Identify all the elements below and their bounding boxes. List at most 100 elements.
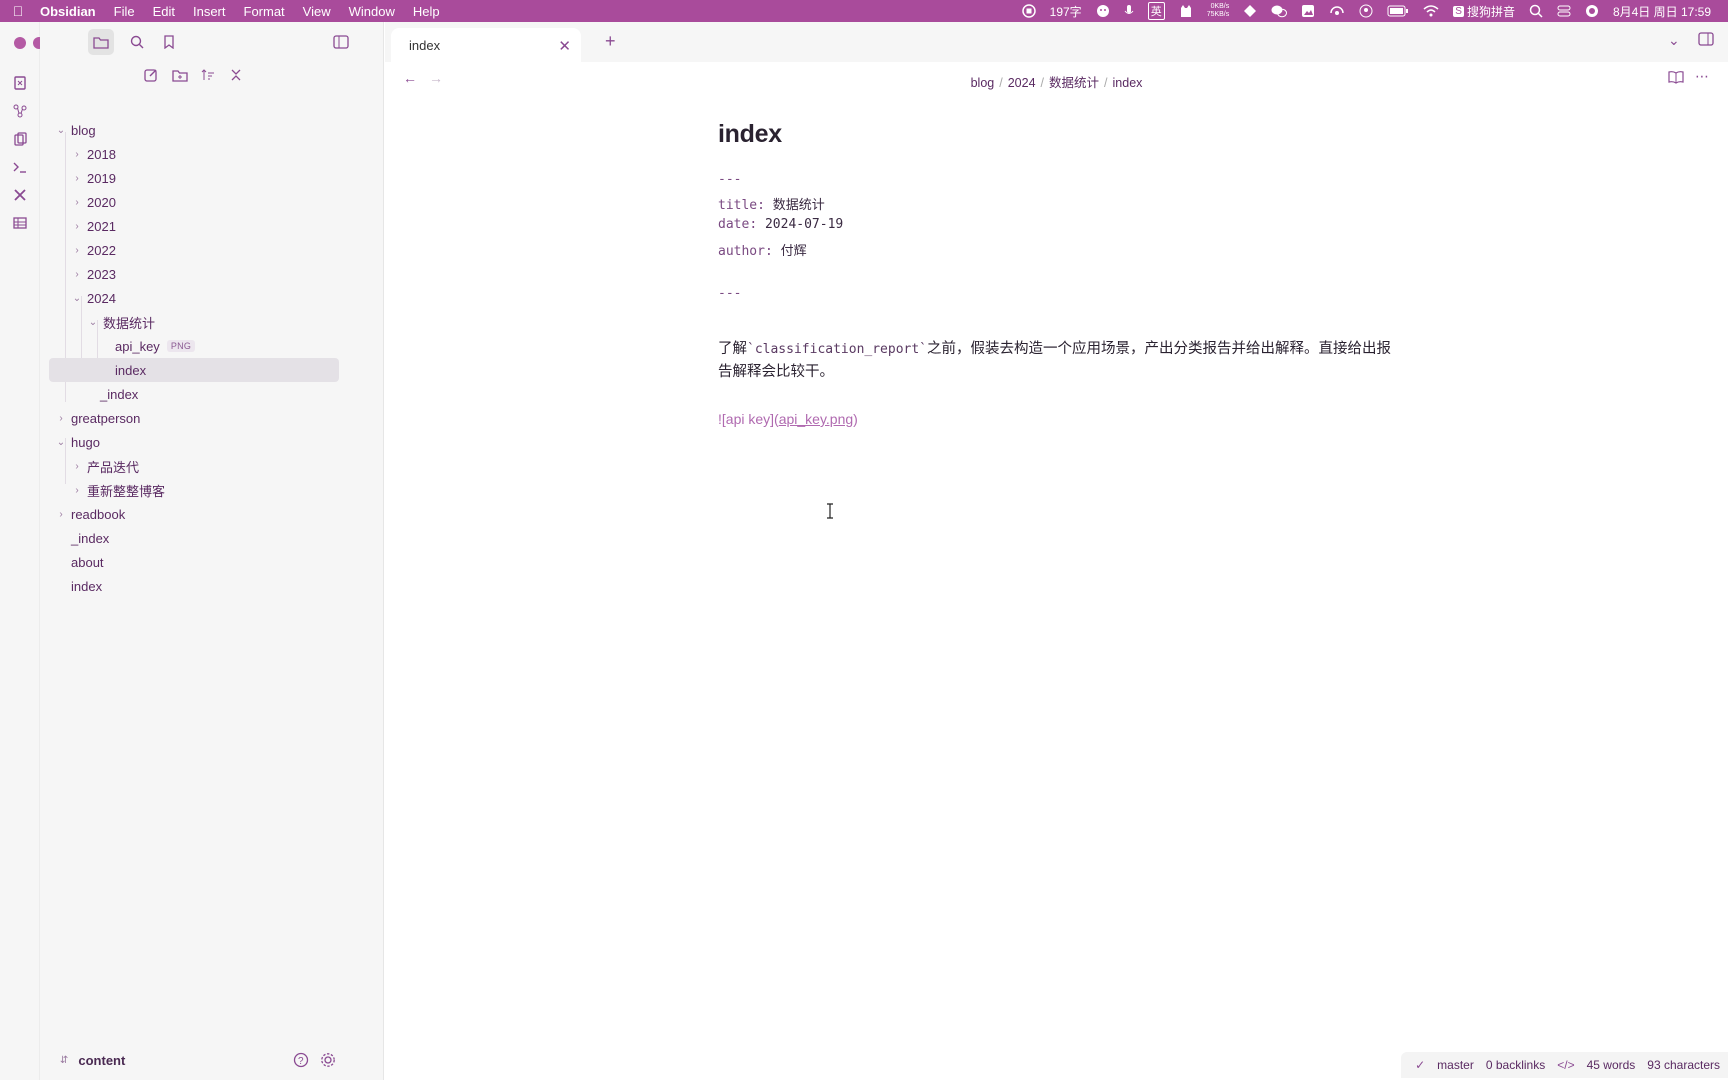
tab-list-chevron-icon[interactable]: ⌄ bbox=[1668, 32, 1680, 49]
input-language[interactable]: 英 bbox=[1141, 2, 1172, 20]
tree-folder-greatperson[interactable]: › greatperson bbox=[54, 406, 140, 430]
app-menu[interactable]: Obsidian bbox=[36, 4, 105, 19]
close-window-button[interactable] bbox=[14, 37, 26, 49]
right-sidebar-toggle-icon[interactable] bbox=[1698, 32, 1714, 49]
tree-folder-readbook[interactable]: › readbook bbox=[54, 502, 125, 526]
tree-folder-2021[interactable]: › 2021 bbox=[70, 214, 116, 238]
chevron-right-icon: › bbox=[59, 412, 63, 424]
status-area: 197字 英 0KB/s 75KB/s S 搜狗拼音 8月4日 周日 17:59 bbox=[1015, 0, 1728, 22]
collapse-all-icon[interactable] bbox=[223, 62, 249, 88]
wechat-icon[interactable] bbox=[1264, 4, 1294, 18]
menu-window[interactable]: Window bbox=[340, 4, 404, 19]
tree-folder-2024[interactable]: ⌄ 2024 bbox=[70, 286, 116, 310]
breadcrumb-data-stats[interactable]: 数据统计 bbox=[1049, 76, 1099, 90]
breadcrumb-2024[interactable]: 2024 bbox=[1008, 76, 1036, 90]
airplay-icon[interactable] bbox=[1322, 4, 1352, 18]
wifi-icon[interactable] bbox=[1416, 5, 1446, 17]
macos-menu-bar:  Obsidian File Edit Insert Format View … bbox=[0, 0, 1728, 22]
tree-folder-2020[interactable]: › 2020 bbox=[70, 190, 116, 214]
microphone-icon[interactable] bbox=[1117, 4, 1141, 18]
sort-order-icon[interactable] bbox=[195, 62, 221, 88]
tree-folder-hugo[interactable]: ⌄ hugo bbox=[54, 430, 100, 454]
file-explorer-sidebar: ⌄ blog › 2018 › 2019 › 2020 › 2021 › 2022 › 202… bbox=[40, 22, 384, 1080]
checkmark-icon: ✓ bbox=[1415, 1058, 1426, 1072]
chevron-updown-icon[interactable]: ⇵ bbox=[60, 1055, 68, 1066]
sidebar-tabs bbox=[40, 22, 384, 82]
new-note-icon[interactable] bbox=[138, 62, 164, 88]
new-folder-icon[interactable] bbox=[167, 62, 193, 88]
battery-icon[interactable] bbox=[1380, 5, 1416, 17]
chevron-down-icon: ⌄ bbox=[56, 124, 66, 136]
graph-view-icon[interactable] bbox=[11, 102, 29, 120]
tree-folder-data-stats[interactable]: ⌄ 数据统计 bbox=[86, 310, 155, 334]
files-tab-folder-icon[interactable] bbox=[88, 29, 114, 55]
menu-insert[interactable]: Insert bbox=[184, 4, 235, 19]
menu-view[interactable]: View bbox=[294, 4, 340, 19]
canvas-icon[interactable] bbox=[11, 130, 29, 148]
code-brackets-icon[interactable]: </> bbox=[1557, 1058, 1574, 1072]
tree-file-index-active[interactable]: index bbox=[49, 358, 339, 382]
tab-index[interactable]: index ✕ bbox=[391, 28, 581, 62]
diamond-icon[interactable] bbox=[1236, 4, 1264, 18]
ribbon bbox=[0, 22, 40, 1080]
tree-file-api-key[interactable]: api_key PNG bbox=[115, 334, 196, 358]
image-embed-link[interactable]: ![api key](api_key.png) bbox=[718, 411, 858, 427]
close-tab-icon[interactable]: ✕ bbox=[558, 37, 571, 55]
smiley-icon[interactable] bbox=[1089, 4, 1117, 18]
backlinks-count[interactable]: 0 backlinks bbox=[1486, 1058, 1545, 1072]
record-icon[interactable] bbox=[1015, 4, 1043, 18]
tree-file-root-index[interactable]: index bbox=[54, 574, 102, 598]
inline-title[interactable]: index bbox=[718, 120, 1418, 149]
embed-filename-link[interactable]: api_key.png bbox=[779, 411, 853, 427]
help-icon[interactable]: ? bbox=[288, 1047, 314, 1073]
terminal-icon[interactable] bbox=[11, 158, 29, 176]
tree-folder-2018[interactable]: › 2018 bbox=[70, 142, 116, 166]
svg-text:?: ? bbox=[298, 1056, 304, 1067]
user-switch-icon[interactable] bbox=[1352, 4, 1380, 18]
vault-name[interactable]: content bbox=[78, 1053, 125, 1068]
chevron-down-icon: ⌄ bbox=[72, 292, 82, 304]
tree-file-root-underscore-index[interactable]: _index bbox=[54, 526, 109, 550]
siri-icon[interactable] bbox=[1578, 4, 1606, 18]
tree-folder-2023[interactable]: › 2023 bbox=[70, 262, 116, 286]
settings-gear-icon[interactable] bbox=[315, 1047, 341, 1073]
menu-help[interactable]: Help bbox=[404, 4, 449, 19]
vault-switcher: ⇵ content ? bbox=[40, 1040, 384, 1080]
tree-folder-2019[interactable]: › 2019 bbox=[70, 166, 116, 190]
menu-format[interactable]: Format bbox=[235, 4, 294, 19]
table-icon[interactable] bbox=[11, 214, 29, 232]
file-type-badge: PNG bbox=[166, 340, 196, 352]
tree-folder-blog-reorg[interactable]: › 重新整整博客 bbox=[70, 478, 165, 502]
apple-menu-icon[interactable]:  bbox=[0, 3, 36, 19]
search-icon[interactable] bbox=[124, 29, 150, 55]
reading-view-book-icon[interactable] bbox=[1668, 70, 1684, 87]
bookmark-icon[interactable] bbox=[156, 29, 182, 55]
cat-icon[interactable] bbox=[1172, 4, 1200, 18]
frontmatter-title: title: 数据统计 bbox=[718, 198, 825, 213]
menu-clock[interactable]: 8月4日 周日 17:59 bbox=[1606, 3, 1718, 20]
git-branch[interactable]: master bbox=[1437, 1058, 1474, 1072]
tree-folder-blog[interactable]: ⌄ blog bbox=[54, 118, 96, 142]
switcher-icon[interactable] bbox=[11, 74, 29, 92]
tree-folder-product-iteration[interactable]: › 产品迭代 bbox=[70, 454, 139, 478]
menu-edit[interactable]: Edit bbox=[144, 4, 184, 19]
tools-icon[interactable] bbox=[11, 186, 29, 204]
tree-file-underscore-index[interactable]: _index bbox=[86, 382, 138, 406]
image-icon[interactable] bbox=[1294, 4, 1322, 18]
collapse-sidebar-icon[interactable] bbox=[328, 29, 354, 55]
new-tab-icon[interactable]: + bbox=[605, 31, 616, 52]
spotlight-search-icon[interactable] bbox=[1522, 4, 1550, 18]
control-center-icon[interactable] bbox=[1550, 4, 1578, 18]
chevron-right-icon: › bbox=[75, 460, 79, 472]
menu-file[interactable]: File bbox=[105, 4, 144, 19]
tree-file-about[interactable]: about bbox=[54, 550, 104, 574]
network-speed: 0KB/s 75KB/s bbox=[1206, 3, 1230, 18]
chevron-right-icon: › bbox=[75, 244, 79, 256]
word-count-indicator[interactable]: 197字 bbox=[1043, 3, 1089, 20]
text-cursor-icon bbox=[827, 503, 833, 519]
more-options-icon[interactable]: ⋯ bbox=[1695, 68, 1709, 85]
breadcrumb-blog[interactable]: blog bbox=[971, 76, 995, 90]
tree-folder-2022[interactable]: › 2022 bbox=[70, 238, 116, 262]
markdown-editor[interactable]: index --- title: 数据统计 date: 2024-07-19 a… bbox=[718, 120, 1418, 427]
ime-indicator[interactable]: S 搜狗拼音 bbox=[1446, 3, 1522, 20]
